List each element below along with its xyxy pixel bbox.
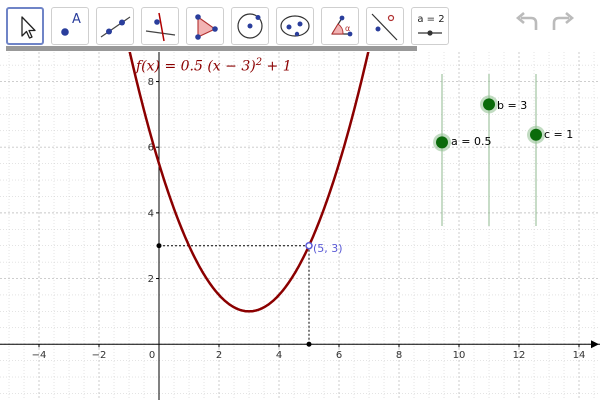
slider-a-label: a = 0.5	[451, 135, 492, 148]
line-through-points-icon	[100, 16, 131, 38]
circle-center-point-icon	[237, 13, 263, 39]
reflect-about-line-icon	[371, 13, 398, 41]
y-tick-label: 2	[148, 274, 154, 285]
x-tick-label: −4	[32, 350, 47, 361]
x-tick-labels: −4 −2 0 2 4 6 8 10 12 14	[32, 344, 586, 361]
y-tick-label: 4	[148, 208, 154, 219]
x-tick-label: 14	[573, 350, 586, 361]
slider-tool-button[interactable]: a = 2	[411, 7, 449, 45]
x-tick-label: 10	[453, 350, 466, 361]
point-icon	[61, 28, 69, 36]
toolbar: A α a = 2	[0, 0, 600, 52]
line-tool-button[interactable]	[96, 7, 134, 45]
x-axis-arrow	[591, 340, 599, 349]
perpendicular-tool-button[interactable]	[141, 7, 179, 45]
x-projection-point	[306, 341, 312, 347]
point-tool-button[interactable]: A	[51, 7, 89, 45]
x-tick-label: 0	[149, 350, 155, 361]
x-tick-label: 8	[396, 350, 402, 361]
undo-icon[interactable]	[512, 10, 542, 40]
polygon-icon	[195, 14, 218, 40]
pointer-icon	[21, 16, 36, 39]
ellipse-tool-button[interactable]	[276, 7, 314, 45]
redo-icon[interactable]	[548, 10, 578, 40]
sliders	[433, 74, 545, 226]
y-tick-label: 8	[148, 77, 154, 88]
reflect-tool-button[interactable]	[366, 7, 404, 45]
slider-b-label: b = 3	[497, 99, 528, 112]
circle-tool-button[interactable]	[231, 7, 269, 45]
ellipse-icon	[280, 15, 310, 37]
slider-icon	[418, 30, 442, 36]
y-tick-labels: 2468	[148, 77, 159, 285]
point-tool-caption: A	[72, 12, 81, 27]
x-tick-label: 6	[336, 350, 342, 361]
x-tick-label: −2	[92, 350, 107, 361]
x-tick-label: 2	[216, 350, 222, 361]
polygon-tool-button[interactable]	[186, 7, 224, 45]
x-tick-label: 4	[276, 350, 282, 361]
function-label[interactable]: f(x) = 0.5 (x − 3)2 + 1	[136, 57, 292, 75]
point-label: (5, 3)	[313, 242, 343, 255]
slider-c-label: c = 1	[544, 128, 574, 141]
slider-c-knob[interactable]	[530, 128, 542, 141]
point-on-curve[interactable]	[305, 241, 313, 250]
slider-b-knob[interactable]	[483, 98, 495, 111]
move-tool-button[interactable]	[6, 7, 44, 45]
angle-icon: α	[331, 15, 353, 37]
slider-a-knob[interactable]	[436, 136, 448, 149]
y-projection-point	[156, 243, 162, 249]
toolbar-divider	[6, 46, 417, 51]
x-tick-label: 12	[513, 350, 526, 361]
svg-text:α: α	[345, 24, 350, 33]
angle-tool-button[interactable]: α	[321, 7, 359, 45]
perpendicular-line-icon	[145, 12, 176, 42]
